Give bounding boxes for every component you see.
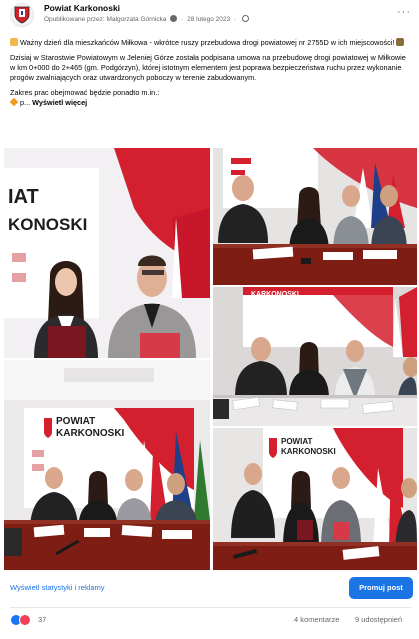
see-more-link[interactable]: Wyświetl więcej xyxy=(32,98,87,107)
comments-count[interactable]: 4 komentarze xyxy=(294,615,339,624)
post-text: Ważny dzień dla mieszkańców Miłkowa - wk… xyxy=(9,38,412,113)
promote-post-button[interactable]: Promuj post xyxy=(349,577,413,599)
banner-brand-top: POWIAT xyxy=(56,416,95,427)
photo-3[interactable]: KARKONOSKI xyxy=(213,287,417,426)
truncated-text: p... xyxy=(20,98,31,107)
love-reaction-icon xyxy=(19,614,31,626)
post-paragraph-1: Ważny dzień dla mieszkańców Miłkowa - wk… xyxy=(10,38,412,48)
hand-emoji-icon xyxy=(10,38,18,46)
photo-2[interactable] xyxy=(213,148,417,285)
stats-row: Wyświetl statystyki i reklamy Promuj pos… xyxy=(0,575,419,601)
info-icon[interactable] xyxy=(170,15,178,22)
banner-closeup-bottom: KONOSKI xyxy=(8,215,87,234)
coat-of-arms-icon xyxy=(14,6,30,24)
post-date[interactable]: 28 lutego 2023 xyxy=(187,16,230,23)
divider xyxy=(10,607,411,608)
post-paragraph-3: Zakres prac obejmować będzie ponadto m.i… xyxy=(9,88,160,107)
banner-brand-bottom: KARKONOSKI xyxy=(56,428,125,439)
page-name[interactable]: Powiat Karkonoski xyxy=(44,3,120,13)
reaction-count[interactable]: 37 xyxy=(38,615,46,624)
shares-count[interactable]: 9 udostępnień xyxy=(355,615,402,624)
page-avatar[interactable] xyxy=(10,3,34,27)
more-icon[interactable]: ··· xyxy=(397,6,411,18)
banner-brand-top-2: POWIAT xyxy=(281,437,313,446)
view-insights-link[interactable]: Wyświetl statystyki i reklamy xyxy=(10,583,105,592)
orange-diamond-icon xyxy=(9,97,19,107)
post-header: Powiat Karkonoski Opublikowane przez: Ma… xyxy=(0,0,419,32)
photo-1[interactable]: IAT KONOSKI xyxy=(4,148,210,358)
reaction-icons[interactable] xyxy=(10,614,34,626)
post-paragraph-2: Dzisiaj w Starostwie Powiatowym w Jeleni… xyxy=(10,53,406,82)
banner-brand-small: KARKONOSKI xyxy=(251,291,299,298)
byline-author: Opublikowane przez: Małgorzata Górnicka xyxy=(44,16,167,23)
reactions-row: 37 4 komentarze 9 udostępnień xyxy=(0,612,419,628)
road-emoji-icon xyxy=(396,38,405,46)
photo-5[interactable]: POWIAT KARKONOSKI xyxy=(213,428,417,570)
globe-icon xyxy=(241,15,249,22)
banner-brand-bottom-2: KARKONOSKI xyxy=(281,447,336,456)
post-byline: Opublikowane przez: Małgorzata Górnicka … xyxy=(44,15,249,23)
photo-4[interactable]: POWIAT KARKONOSKI xyxy=(4,360,210,570)
banner-closeup-top: IAT xyxy=(8,186,39,208)
photo-grid: IAT KONOSKI KARKONOSKI POWIAT KARKONOSKI… xyxy=(4,148,417,570)
